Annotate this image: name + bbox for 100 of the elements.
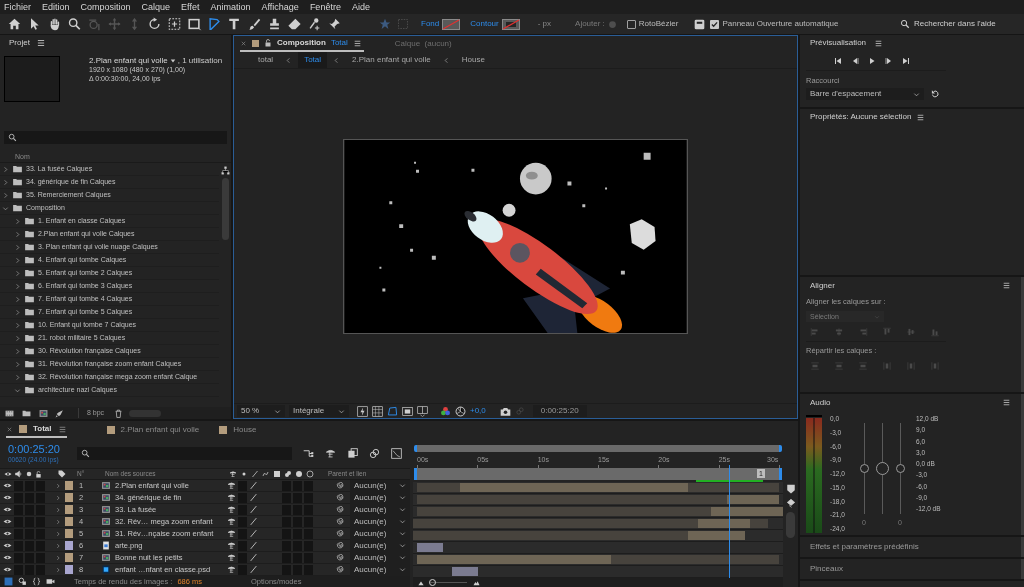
chevron-icon[interactable]	[14, 269, 21, 277]
brush-icon[interactable]	[247, 17, 262, 31]
chevron-icon[interactable]	[14, 321, 21, 329]
layer-bar[interactable]	[417, 483, 461, 492]
chevron-icon[interactable]	[14, 243, 21, 251]
shy-icon[interactable]	[227, 529, 236, 538]
label-swatch[interactable]	[65, 529, 73, 538]
transfer-controls-icon[interactable]	[18, 577, 27, 586]
chevron-icon[interactable]	[14, 386, 21, 394]
layer-bar[interactable]	[749, 519, 769, 528]
braces-icon[interactable]	[32, 577, 41, 586]
shy-icon[interactable]	[227, 541, 236, 550]
solo-dot-icon[interactable]	[26, 471, 32, 477]
dropdown-triangle-icon[interactable]	[169, 57, 176, 64]
motion-blur-icon[interactable]	[369, 448, 380, 459]
timecode-field[interactable]: 0:00:25:20	[532, 405, 587, 417]
switch-column-icon[interactable]	[229, 470, 237, 478]
help-search-field[interactable]: Rechercher dans l'aide	[914, 18, 1014, 30]
previous-frame-icon[interactable]	[851, 56, 859, 65]
interpret-footage-icon[interactable]	[4, 408, 15, 418]
slider-track[interactable]	[875, 423, 889, 514]
checkbox[interactable]	[626, 19, 636, 29]
chevron-icon[interactable]	[14, 217, 21, 225]
eye-icon[interactable]	[4, 470, 12, 478]
menu-item[interactable]: Effet	[181, 2, 200, 12]
menu-item[interactable]: Fichier	[4, 2, 31, 12]
pen-tool-icon[interactable]	[207, 17, 222, 31]
shy-icon[interactable]	[325, 448, 336, 459]
lock-icon[interactable]	[264, 39, 272, 47]
marker-icon[interactable]	[785, 484, 796, 494]
search-field[interactable]	[4, 131, 227, 144]
render-time-icon[interactable]	[46, 577, 55, 586]
first-frame-icon[interactable]	[834, 56, 842, 65]
play-icon[interactable]	[868, 56, 876, 65]
eye-icon[interactable]	[3, 481, 12, 490]
menu-item[interactable]: Fenêtre	[309, 2, 341, 12]
shy-icon[interactable]	[227, 517, 236, 526]
chevron-icon[interactable]	[2, 165, 9, 173]
text-tool-icon[interactable]	[227, 17, 242, 31]
rocket-icon[interactable]	[55, 408, 64, 418]
slider-thumb[interactable]	[875, 462, 889, 475]
menu-icon[interactable]	[916, 112, 926, 122]
shy-icon[interactable]	[227, 565, 236, 574]
lock-icon[interactable]	[35, 470, 42, 478]
panel-icon[interactable]	[694, 18, 706, 30]
stamp-icon[interactable]	[267, 17, 282, 31]
comp-button-icon[interactable]	[785, 498, 796, 508]
trash-icon[interactable]	[114, 408, 124, 418]
exposure-value[interactable]: +0,0	[470, 405, 486, 417]
label-tag-icon[interactable]	[58, 470, 66, 478]
folder-icon[interactable]	[21, 408, 32, 418]
region-icon[interactable]	[402, 405, 413, 417]
stroke-swatch[interactable]	[501, 18, 520, 30]
layer-switches-icon[interactable]	[4, 577, 13, 586]
composition-icon[interactable]	[38, 408, 49, 418]
graph-editor-icon[interactable]	[391, 448, 402, 459]
chevron-icon[interactable]	[14, 308, 21, 316]
breadcrumb[interactable]: House	[455, 52, 491, 68]
guides-icon[interactable]	[417, 405, 428, 417]
checkbox[interactable]	[710, 19, 720, 29]
fill-swatch[interactable]	[442, 18, 461, 30]
slider-thumb[interactable]	[859, 464, 869, 473]
chevron-icon[interactable]	[14, 334, 21, 342]
chevron-icon[interactable]	[14, 282, 21, 290]
chevron-icon[interactable]	[14, 360, 21, 368]
menu-item[interactable]: Affichage	[261, 2, 299, 12]
mask-path-icon[interactable]	[387, 405, 398, 417]
chevron-icon[interactable]	[14, 256, 21, 264]
eye-icon[interactable]	[3, 529, 12, 538]
resolution-dropdown[interactable]: Intégrale	[289, 405, 349, 417]
chevron-icon[interactable]	[2, 204, 9, 212]
hierarchy-icon[interactable]	[220, 166, 230, 175]
breadcrumb[interactable]: total	[252, 52, 280, 68]
zoom-icon[interactable]	[67, 17, 82, 31]
frame-blend-icon[interactable]	[347, 448, 358, 459]
flowchart-icon[interactable]	[303, 448, 314, 459]
menu-item[interactable]: Animation	[210, 2, 251, 12]
scrollbar-thumb[interactable]	[221, 178, 229, 240]
shy-icon[interactable]	[227, 493, 236, 502]
eye-icon[interactable]	[3, 493, 12, 502]
shy-icon[interactable]	[227, 481, 236, 490]
collapsed-panel[interactable]: Pinceaux	[800, 559, 1024, 579]
chevron-icon[interactable]	[14, 230, 21, 238]
label-swatch[interactable]	[65, 553, 73, 562]
fast-preview-icon[interactable]	[357, 405, 368, 417]
shy-icon[interactable]	[227, 505, 236, 514]
current-time[interactable]: 0:00:25:20	[8, 443, 70, 456]
eye-icon[interactable]	[3, 553, 12, 562]
chevron-icon[interactable]	[14, 373, 21, 381]
breadcrumb[interactable]: 2.Plan enfant qui volle	[346, 52, 437, 68]
label-swatch[interactable]	[65, 481, 73, 490]
eraser-icon[interactable]	[287, 17, 302, 31]
close-icon[interactable]	[240, 39, 247, 47]
timeline-tab[interactable]: House	[233, 424, 257, 436]
collapsed-panel[interactable]: Effets et paramètres prédéfinis	[800, 537, 1024, 557]
home-icon[interactable]	[7, 17, 22, 31]
timeline-tab[interactable]: 2.Plan enfant qui volle	[120, 424, 200, 436]
transparency-grid-icon[interactable]	[372, 405, 383, 417]
panel-tab[interactable]: Composition Total	[277, 37, 348, 49]
timeline-tab[interactable]: Total	[33, 423, 52, 435]
